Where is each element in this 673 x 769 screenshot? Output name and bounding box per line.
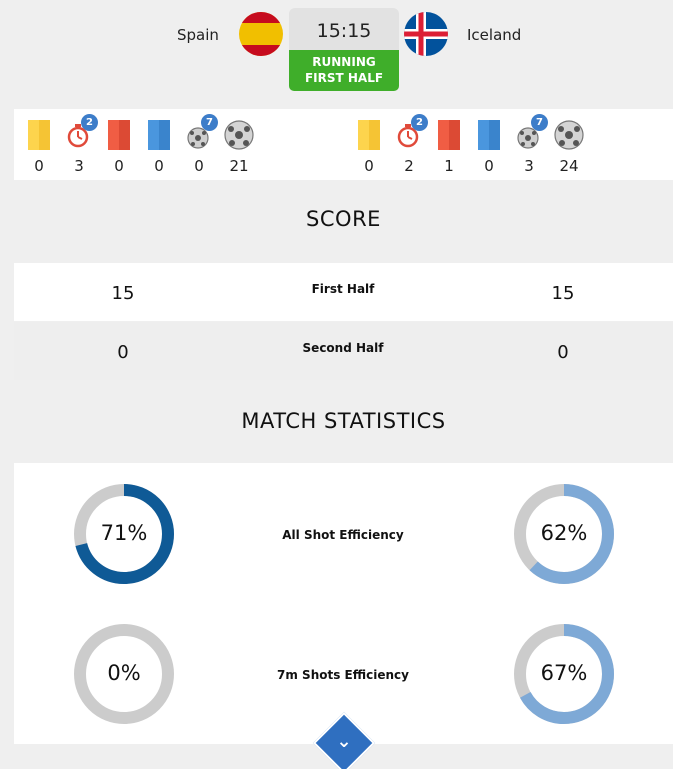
donut-value: 0%	[107, 661, 141, 685]
stat-value: 0	[194, 157, 204, 175]
stat-label: All Shot Efficiency	[282, 528, 404, 542]
status-line-2: FIRST HALF	[304, 71, 384, 85]
home-team-name[interactable]: Spain	[177, 26, 219, 44]
stat-label: 7m Shots Efficiency	[277, 668, 409, 682]
donut-value: 71%	[100, 521, 148, 545]
home-suspensions: 2 3	[59, 109, 99, 180]
status-line-1: RUNNING	[312, 55, 376, 69]
away-score: 0	[557, 342, 569, 363]
stat-value: 0	[484, 157, 494, 175]
match-clock: 15:15	[316, 20, 372, 42]
period-label: First Half	[311, 282, 375, 296]
home-7m-goals: 7 0	[179, 109, 219, 180]
iceland-flag-icon[interactable]	[404, 12, 448, 56]
donut-value: 62%	[540, 521, 588, 545]
blue-card-icon	[474, 118, 504, 150]
clock-box: 15:15	[289, 8, 399, 52]
match-statistics-title: MATCH STATISTICS	[241, 409, 446, 433]
stat-value: 2	[404, 157, 414, 175]
double-chevron-down-icon[interactable]: ⌄︎	[322, 729, 366, 755]
red-card-icon	[434, 118, 464, 150]
home-score: 0	[117, 342, 129, 363]
match-statistics-panel: 71% All Shot Efficiency 62% 0% 7m Shots …	[14, 463, 673, 744]
ball-icon	[554, 118, 584, 150]
score-row-first-half: 15 First Half 15	[14, 263, 673, 321]
stat-value: 0	[364, 157, 374, 175]
badge: 2	[411, 114, 428, 131]
stat-value: 24	[559, 157, 579, 175]
stat-value: 0	[34, 157, 44, 175]
period-label: Second Half	[302, 341, 384, 355]
stat-value: 0	[114, 157, 124, 175]
away-score: 15	[551, 283, 575, 304]
home-blue-cards: 0	[139, 109, 179, 180]
badge: 7	[531, 114, 548, 131]
home-all-shot-efficiency-donut: 71%	[73, 483, 175, 585]
stat-value: 0	[154, 157, 164, 175]
stat-value: 3	[524, 157, 534, 175]
blue-card-icon	[144, 118, 174, 150]
score-title: SCORE	[306, 207, 381, 231]
spain-flag-icon[interactable]	[239, 12, 283, 56]
away-goals: 24	[549, 109, 589, 180]
away-suspensions: 2 2	[389, 109, 429, 180]
match-status-badge: RUNNING FIRST HALF	[289, 50, 399, 91]
stat-value: 1	[444, 157, 454, 175]
home-red-cards: 0	[99, 109, 139, 180]
stat-value: 21	[229, 157, 249, 175]
away-red-cards: 1	[429, 109, 469, 180]
home-yellow-cards: 0	[19, 109, 59, 180]
ball-icon	[224, 118, 254, 150]
score-row-second-half: 0 Second Half 0	[14, 322, 673, 380]
away-team-name[interactable]: Iceland	[467, 26, 521, 44]
away-7m-shots-efficiency-donut: 67%	[513, 623, 615, 725]
away-blue-cards: 0	[469, 109, 509, 180]
home-7m-shots-efficiency-donut: 0%	[73, 623, 175, 725]
away-yellow-cards: 0	[349, 109, 389, 180]
yellow-card-icon	[24, 118, 54, 150]
away-7m-goals: 7 3	[509, 109, 549, 180]
match-header: Spain 15:15 RUNNING FIRST HALF Iceland	[0, 0, 673, 98]
stat-value: 3	[74, 157, 84, 175]
badge: 7	[201, 114, 218, 131]
away-all-shot-efficiency-donut: 62%	[513, 483, 615, 585]
badge: 2	[81, 114, 98, 131]
donut-value: 67%	[540, 661, 588, 685]
yellow-card-icon	[354, 118, 384, 150]
team-stats-strip: 0 2 3 0 0 7 0 21 0 2 2 1 0 7 3 24	[14, 109, 673, 180]
home-score: 15	[111, 283, 135, 304]
home-goals: 21	[219, 109, 259, 180]
red-card-icon	[104, 118, 134, 150]
